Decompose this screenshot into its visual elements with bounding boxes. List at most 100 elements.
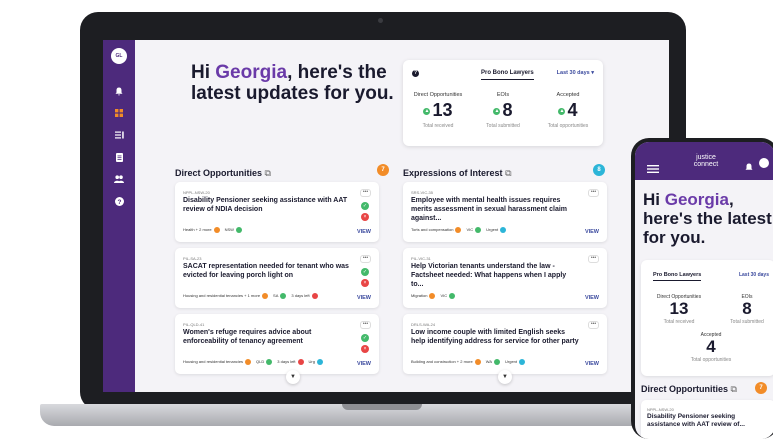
card-code: PIL-SA-23	[183, 256, 202, 261]
tag-label: NSW	[224, 227, 234, 233]
tag[interactable]: VIC	[440, 293, 456, 299]
tag[interactable]: Urgent	[505, 359, 526, 365]
count-badge: 7	[377, 164, 389, 176]
bell-icon[interactable]	[745, 159, 753, 177]
tag-status-icon	[519, 359, 526, 365]
scroll-down-button[interactable]: ▼	[286, 370, 300, 384]
tag[interactable]: WA	[486, 359, 500, 365]
opportunity-card[interactable]: PIL-SA-23 SACAT representation needed for…	[175, 248, 379, 308]
external-link-icon[interactable]: ⧉	[731, 384, 737, 394]
decline-icon[interactable]: ×	[361, 279, 369, 287]
tag[interactable]: Housing and residential tenancies	[183, 359, 252, 365]
menu-icon[interactable]	[647, 160, 659, 173]
more-options-icon[interactable]: •••	[360, 255, 371, 263]
tag[interactable]: Urg	[309, 359, 323, 365]
tag[interactable]: Torts and compensation	[411, 227, 462, 233]
tag-status-icon	[266, 359, 273, 365]
laptop-base	[40, 404, 724, 426]
card-title: Disability Pensioner seeking assistance …	[183, 197, 348, 213]
more-options-icon[interactable]: •••	[588, 255, 599, 263]
tab-pro-bono-lawyers[interactable]: Pro Bono Lawyers	[653, 272, 702, 281]
tag[interactable]: Housing and residential tenancies + 1 mo…	[183, 293, 269, 299]
card-title: Help Victorian tenants understand the la…	[411, 263, 567, 288]
stat-sub: Total received	[422, 123, 454, 129]
stat-eois: EOIs 8 Total submitted	[721, 294, 773, 325]
decline-icon[interactable]: ×	[361, 345, 369, 353]
stat-eois: EOIs ▲ 8 Total submitted	[470, 92, 536, 129]
count-badge: 8	[593, 164, 605, 176]
tag-status-icon	[494, 359, 500, 365]
tag[interactable]: Migration	[411, 293, 436, 299]
stat-label: Direct Opportunities	[413, 92, 463, 98]
opportunity-card[interactable]: PIL-VIC-31 Help Victorian tenants underst…	[403, 248, 607, 308]
column-title-expressions-of-interest: Expressions of Interest ⧉	[403, 168, 512, 179]
dashboard-icon[interactable]	[112, 106, 126, 120]
list-icon[interactable]	[112, 128, 126, 142]
phone-opportunity-card[interactable]: NPPL-NSW-20 Disability Pensioner seeking…	[641, 400, 773, 439]
more-options-icon[interactable]: •••	[588, 321, 599, 329]
stat-value: 13	[669, 299, 689, 318]
tag[interactable]: NSW	[225, 227, 242, 233]
section-title-text: Direct Opportunities	[641, 384, 729, 394]
stat-value: 8	[502, 100, 513, 120]
tab-pro-bono-lawyers[interactable]: Pro Bono Lawyers	[481, 70, 534, 80]
phone-page-title: Hi Georgia, here's the latest for you.	[643, 190, 772, 248]
laptop-notch	[342, 404, 422, 410]
tag-label: QLD	[256, 359, 265, 365]
card-code: PIL-VIC-31	[411, 256, 431, 261]
avatar[interactable]: GL	[111, 48, 127, 64]
accept-icon[interactable]: ✓	[361, 202, 369, 210]
accept-icon[interactable]: ✓	[361, 268, 369, 276]
opportunity-card[interactable]: DRLS-WA-24 Low income couple with limited…	[403, 314, 607, 374]
info-icon[interactable]: ?	[412, 70, 419, 77]
external-link-icon[interactable]: ⧉	[265, 168, 271, 178]
avatar[interactable]	[759, 158, 769, 168]
accept-icon[interactable]: ✓	[361, 334, 369, 342]
greeting-prefix: Hi	[191, 62, 216, 83]
help-icon[interactable]: ?	[112, 194, 126, 208]
column-title-text: Expressions of Interest	[403, 168, 503, 178]
tag-label: VIC	[440, 293, 448, 299]
tag[interactable]: 3 days left	[291, 293, 318, 299]
opportunity-card[interactable]: NPPL-NSW-20 Disability Pensioner seeking …	[175, 182, 379, 242]
tag[interactable]: SA	[273, 293, 287, 299]
arrow-up-icon: ▲	[493, 107, 501, 115]
view-link[interactable]: VIEW	[585, 361, 599, 367]
more-options-icon[interactable]: •••	[360, 189, 371, 197]
card-code: NPPL-NSW-20	[183, 190, 210, 195]
tag[interactable]: 3 days left	[277, 359, 304, 365]
tag-label: Urgent	[505, 359, 518, 365]
tag[interactable]: Health + 2 more	[183, 227, 220, 233]
view-link[interactable]: VIEW	[357, 229, 371, 235]
tag[interactable]: Urgent	[486, 227, 507, 233]
opportunity-card[interactable]: SRS-VIC-35 Employee with mental health is…	[403, 182, 607, 242]
user-name: Georgia	[664, 190, 729, 209]
tag[interactable]: QLD	[256, 359, 273, 365]
view-link[interactable]: VIEW	[357, 361, 371, 367]
view-link[interactable]: VIEW	[585, 229, 599, 235]
stat-sub: Total opportunities	[547, 123, 589, 129]
stat-value: 4	[567, 100, 578, 120]
period-dropdown[interactable]: Last 30 days	[739, 272, 769, 278]
tag-status-icon	[280, 293, 287, 299]
scroll-down-button[interactable]: ▼	[498, 370, 512, 384]
decline-icon[interactable]: ×	[361, 213, 369, 221]
opportunity-card[interactable]: PIL-QLD-41 Women's refuge requires advice…	[175, 314, 379, 374]
more-options-icon[interactable]: •••	[360, 321, 371, 329]
tag[interactable]: Building and construction + 2 more	[411, 359, 481, 365]
users-icon[interactable]	[112, 172, 126, 186]
document-icon[interactable]	[112, 150, 126, 164]
arrow-up-icon: ▲	[423, 107, 431, 115]
external-link-icon[interactable]: ⧉	[505, 168, 511, 178]
period-dropdown[interactable]: Last 30 days ▾	[557, 70, 594, 76]
view-link[interactable]: VIEW	[357, 295, 371, 301]
tag-status-icon	[262, 293, 269, 299]
stat-label: Accepted	[556, 92, 580, 98]
tag[interactable]: VIC	[466, 227, 482, 233]
view-link[interactable]: VIEW	[585, 295, 599, 301]
card-title: Low income couple with limited English s…	[411, 329, 579, 345]
bell-icon[interactable]	[112, 84, 126, 98]
column-title-direct-opportunities: Direct Opportunities ⧉	[175, 168, 271, 179]
logo: justice connect	[685, 154, 727, 168]
more-options-icon[interactable]: •••	[588, 189, 599, 197]
